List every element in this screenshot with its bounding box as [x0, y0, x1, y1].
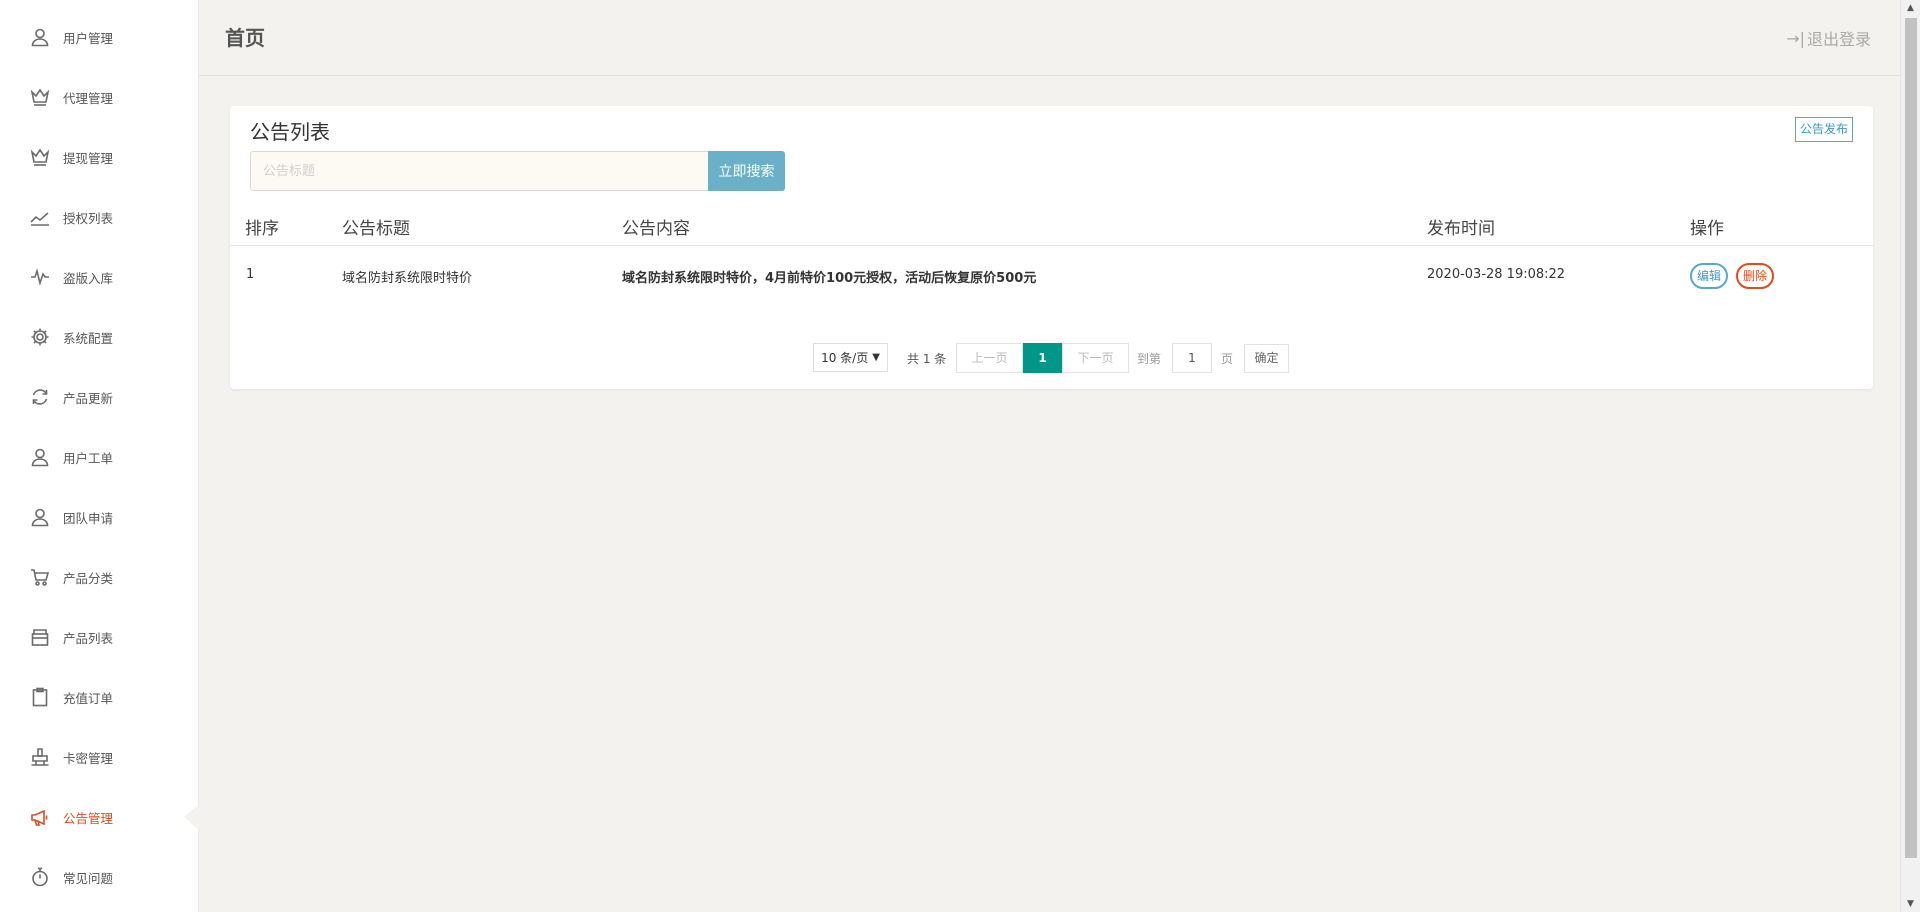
- search-button[interactable]: 立即搜索: [708, 151, 785, 191]
- sidebar-item-label: 充值订单: [63, 690, 114, 706]
- crown-icon: [30, 147, 50, 167]
- gear-icon: [30, 327, 50, 347]
- sidebar: 用户管理 代理管理 提现管理 授权列表 盗版入库 系统配置 产品更新 用户工单 …: [0, 0, 200, 912]
- sidebar-item-faq[interactable]: 常见问题: [0, 847, 199, 907]
- prev-page-button[interactable]: 上一页: [956, 343, 1023, 373]
- sidebar-item-label: 公告管理: [63, 810, 114, 826]
- sidebar-item-label: 常见问题: [63, 870, 114, 886]
- total-count: 共 1 条: [907, 352, 947, 366]
- sidebar-item-product-list[interactable]: 产品列表: [0, 607, 199, 667]
- next-page-button[interactable]: 下一页: [1062, 343, 1129, 373]
- goto-label: 到第: [1137, 352, 1162, 366]
- logout-arrow-icon: →|: [1786, 28, 1805, 48]
- goto-page-input[interactable]: 1: [1172, 343, 1212, 373]
- sidebar-item-user-management[interactable]: 用户管理: [0, 7, 199, 67]
- sidebar-item-product-update[interactable]: 产品更新: [0, 367, 199, 427]
- user-icon: [30, 447, 50, 467]
- sidebar-item-label: 产品更新: [63, 390, 114, 406]
- sidebar-item-announcement-management[interactable]: 公告管理: [0, 787, 200, 847]
- pulse-icon: [30, 267, 50, 287]
- logout-link[interactable]: →| 退出登录: [1786, 26, 1871, 50]
- row-content: 域名防封系统限时特价，4月前特价100元授权，活动后恢复原价500元: [622, 271, 1037, 286]
- column-header-content: 公告内容: [622, 219, 690, 239]
- box-icon: [30, 627, 50, 647]
- vertical-scrollbar[interactable]: ▲ ▼: [1900, 0, 1920, 912]
- scroll-up-arrow-icon[interactable]: ▲: [1901, 0, 1920, 16]
- goto-confirm-button[interactable]: 确定: [1244, 344, 1289, 373]
- page-size-value: 10 条/页: [821, 351, 869, 365]
- trend-icon: [30, 207, 50, 227]
- sidebar-item-label: 卡密管理: [63, 750, 114, 766]
- stamp-icon: [30, 747, 50, 767]
- card-title: 公告列表: [250, 120, 330, 144]
- cart-icon: [30, 567, 50, 587]
- table-header: 排序 公告标题 公告内容 发布时间 操作: [230, 206, 1873, 246]
- sidebar-item-label: 盗版入库: [63, 270, 114, 286]
- sidebar-item-withdraw-management[interactable]: 提现管理: [0, 127, 199, 187]
- row-title: 域名防封系统限时特价: [342, 271, 473, 286]
- column-header-title: 公告标题: [342, 219, 410, 239]
- column-header-actions: 操作: [1690, 219, 1724, 239]
- row-order: 1: [246, 267, 255, 282]
- sidebar-item-label: 授权列表: [63, 210, 114, 226]
- delete-button[interactable]: 删除: [1736, 263, 1775, 289]
- current-page[interactable]: 1: [1023, 343, 1062, 373]
- sidebar-item-label: 团队申请: [63, 510, 114, 526]
- sidebar-item-label: 产品分类: [63, 570, 114, 586]
- page-unit-label: 页: [1221, 352, 1234, 366]
- chevron-down-icon: ▼: [872, 352, 880, 363]
- row-time: 2020-03-28 19:08:22: [1427, 267, 1566, 282]
- logout-label: 退出登录: [1806, 30, 1871, 49]
- table-row: 1 域名防封系统限时特价 域名防封系统限时特价，4月前特价100元授权，活动后恢…: [230, 247, 1873, 305]
- sidebar-item-label: 产品列表: [63, 630, 114, 646]
- sidebar-item-label: 用户工单: [63, 450, 114, 466]
- scroll-down-arrow-icon[interactable]: ▼: [1901, 896, 1920, 912]
- sidebar-item-label: 代理管理: [63, 90, 114, 106]
- refresh-icon: [30, 387, 50, 407]
- announcement-list-card: 公告列表 公告发布 立即搜索 排序 公告标题 公告内容 发布时间 操作 1 域名…: [230, 106, 1873, 389]
- stopwatch-icon: [30, 867, 50, 887]
- publish-announcement-button[interactable]: 公告发布: [1795, 117, 1853, 142]
- clipboard-icon: [30, 687, 50, 707]
- sidebar-item-system-config[interactable]: 系统配置: [0, 307, 199, 367]
- sidebar-item-product-category[interactable]: 产品分类: [0, 547, 199, 607]
- scroll-thumb[interactable]: [1905, 18, 1917, 858]
- sidebar-item-label: 系统配置: [63, 330, 114, 346]
- page-size-select[interactable]: 10 条/页 ▼: [813, 343, 888, 372]
- active-indicator: [184, 803, 200, 831]
- megaphone-icon: [30, 807, 50, 827]
- sidebar-item-agent-management[interactable]: 代理管理: [0, 67, 199, 127]
- sidebar-item-recharge-orders[interactable]: 充值订单: [0, 667, 199, 727]
- sidebar-item-piracy-storage[interactable]: 盗版入库: [0, 247, 199, 307]
- sidebar-item-label: 提现管理: [63, 150, 114, 166]
- sidebar-item-authorization-list[interactable]: 授权列表: [0, 187, 199, 247]
- search-input[interactable]: [250, 151, 709, 191]
- crown-icon: [30, 87, 50, 107]
- sidebar-item-label: 用户管理: [63, 30, 114, 46]
- sidebar-item-card-key-management[interactable]: 卡密管理: [0, 727, 199, 787]
- sidebar-item-team-application[interactable]: 团队申请: [0, 487, 199, 547]
- page-title: 首页: [225, 26, 265, 50]
- column-header-order: 排序: [245, 219, 279, 239]
- column-header-time: 发布时间: [1427, 219, 1495, 239]
- user-icon: [30, 507, 50, 527]
- user-icon: [30, 27, 50, 47]
- sidebar-item-user-tickets[interactable]: 用户工单: [0, 427, 199, 487]
- top-header: 首页 →| 退出登录: [199, 0, 1900, 76]
- edit-button[interactable]: 编辑: [1690, 263, 1729, 289]
